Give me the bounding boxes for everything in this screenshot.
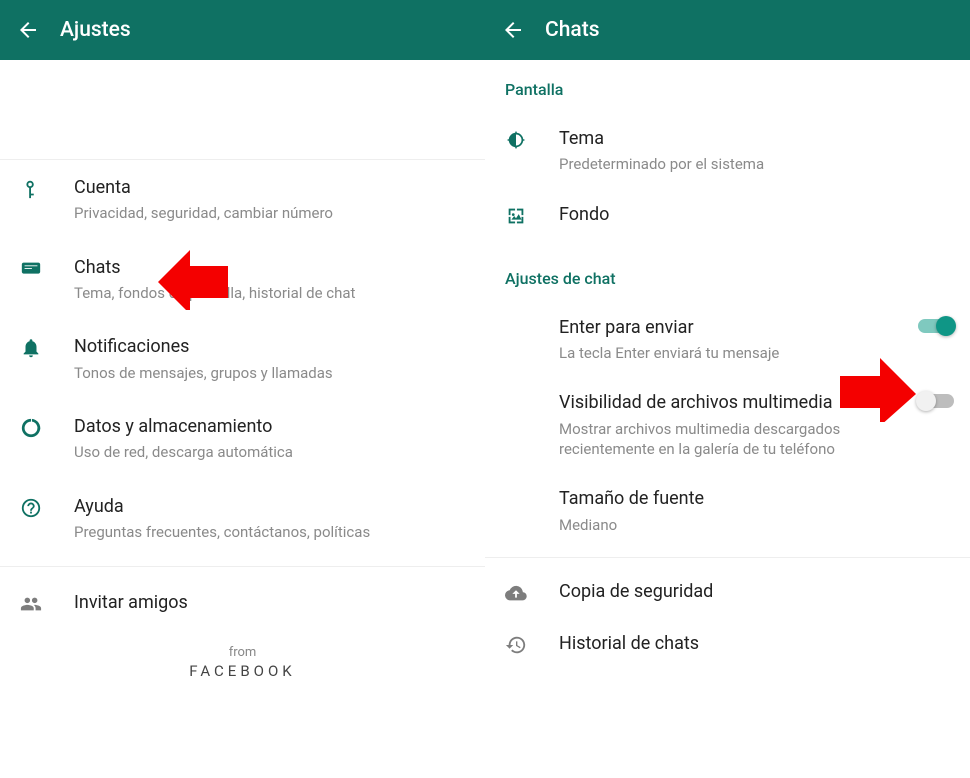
media-vis-toggle[interactable] [914, 391, 954, 408]
notifications-sub: Tonos de mensajes, grupos y llamadas [74, 363, 469, 383]
settings-item-chats[interactable]: Chats Tema, fondos de pantalla, historia… [0, 240, 485, 320]
arrow-left-icon [501, 18, 525, 42]
divider [485, 557, 970, 558]
from-facebook: from FACEBOOK [0, 645, 485, 680]
wallpaper-title: Fondo [559, 203, 954, 226]
data-title: Datos y almacenamiento [74, 415, 469, 438]
font-size-title: Tamaño de fuente [559, 487, 954, 510]
chats-item-wallpaper[interactable]: Fondo [485, 189, 970, 241]
media-vis-sub: Mostrar archivos multimedia descargados … [559, 419, 914, 460]
chats-item-theme[interactable]: Tema Predeterminado por el sistema [485, 113, 970, 189]
settings-item-account[interactable]: Cuenta Privacidad, seguridad, cambiar nú… [0, 160, 485, 240]
people-icon [20, 593, 42, 615]
profile-area[interactable] [0, 60, 485, 160]
help-title: Ayuda [74, 495, 469, 518]
theme-sub: Predeterminado por el sistema [559, 154, 954, 174]
enter-send-toggle[interactable] [914, 316, 954, 333]
media-vis-title: Visibilidad de archivos multimedia [559, 391, 914, 414]
chats-title: Chats [74, 256, 469, 279]
chat-icon [20, 258, 42, 280]
settings-title: Ajustes [60, 18, 131, 42]
history-icon [505, 634, 527, 656]
settings-item-help[interactable]: Ayuda Preguntas frecuentes, contáctanos,… [0, 479, 485, 559]
chats-item-font-size[interactable]: Tamaño de fuente Mediano [485, 473, 970, 549]
key-icon [20, 178, 42, 200]
chats-header-title: Chats [545, 18, 600, 42]
notifications-title: Notificaciones [74, 335, 469, 358]
section-display: Pantalla [485, 60, 970, 113]
chats-item-media-visibility[interactable]: Visibilidad de archivos multimedia Mostr… [485, 377, 970, 473]
data-usage-icon [20, 417, 42, 439]
theme-title: Tema [559, 127, 954, 150]
from-label: from [0, 645, 485, 660]
settings-item-data[interactable]: Datos y almacenamiento Uso de red, desca… [0, 399, 485, 479]
backup-title: Copia de seguridad [559, 580, 954, 603]
invite-title: Invitar amigos [74, 591, 469, 614]
facebook-label: FACEBOOK [0, 662, 485, 680]
chats-item-history[interactable]: Historial de chats [485, 618, 970, 670]
enter-send-sub: La tecla Enter enviará tu mensaje [559, 343, 914, 363]
chats-settings-screen: Chats Pantalla Tema Predeterminado por e… [485, 0, 970, 778]
account-title: Cuenta [74, 176, 469, 199]
settings-content: Cuenta Privacidad, seguridad, cambiar nú… [0, 60, 485, 778]
back-button[interactable] [16, 18, 54, 42]
chats-sub: Tema, fondos de pantalla, historial de c… [74, 283, 469, 303]
settings-screen: Ajustes Cuenta Privacidad, seguridad, ca… [0, 0, 485, 778]
bell-icon [20, 337, 42, 359]
settings-header: Ajustes [0, 0, 485, 60]
chats-item-backup[interactable]: Copia de seguridad [485, 566, 970, 618]
chats-content: Pantalla Tema Predeterminado por el sist… [485, 60, 970, 778]
theme-icon [505, 129, 527, 151]
help-icon [20, 497, 42, 519]
help-sub: Preguntas frecuentes, contáctanos, polít… [74, 522, 469, 542]
section-chat-settings: Ajustes de chat [485, 241, 970, 302]
chats-header: Chats [485, 0, 970, 60]
back-button[interactable] [501, 18, 539, 42]
enter-send-title: Enter para enviar [559, 316, 914, 339]
settings-item-notifications[interactable]: Notificaciones Tonos de mensajes, grupos… [0, 319, 485, 399]
wallpaper-icon [505, 205, 527, 227]
font-size-sub: Mediano [559, 515, 954, 535]
divider [0, 566, 485, 567]
history-title: Historial de chats [559, 632, 954, 655]
arrow-left-icon [16, 18, 40, 42]
account-sub: Privacidad, seguridad, cambiar número [74, 203, 469, 223]
chats-item-enter-send[interactable]: Enter para enviar La tecla Enter enviará… [485, 302, 970, 378]
settings-item-invite[interactable]: Invitar amigos [0, 575, 485, 631]
data-sub: Uso de red, descarga automática [74, 442, 469, 462]
cloud-upload-icon [505, 582, 527, 604]
